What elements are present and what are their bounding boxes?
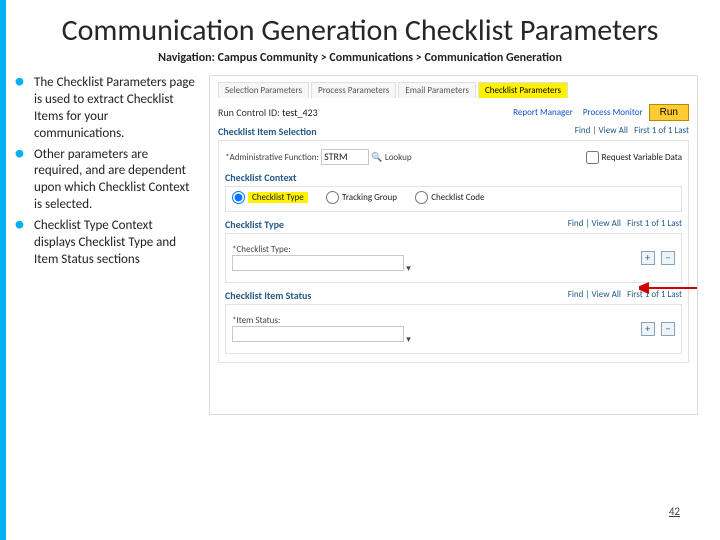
item-status-field-label: *Item Status: <box>232 315 280 326</box>
add-row-button-2[interactable]: + <box>641 322 655 336</box>
tab-process-parameters[interactable]: Process Parameters <box>311 82 396 98</box>
dropdown-icon[interactable]: ▾ <box>406 263 411 274</box>
checklist-context-header: Checklist Context <box>225 171 682 184</box>
checklist-item-selection-header: Checklist Item Selection <box>218 125 317 138</box>
checklist-item-selection-panel: *Administrative Function: STRM 🔍 Lookup … <box>218 140 689 363</box>
tab-selection-parameters[interactable]: Selection Parameters <box>218 82 309 98</box>
checklist-type-field[interactable] <box>232 255 404 271</box>
checklist-item-status-panel: *Item Status: ▾ + − <box>225 304 682 354</box>
find-viewall-3[interactable]: Find | View All <box>568 289 621 300</box>
checklist-item-status-header: Checklist Item Status <box>225 289 311 302</box>
radio-checklist-type-label: Checklist Type <box>248 192 308 203</box>
page-title: Communication Generation Checklist Param… <box>22 14 698 47</box>
checklist-type-header: Checklist Type <box>225 218 284 231</box>
request-variable-data-checkbox[interactable]: Request Variable Data <box>586 151 682 164</box>
item-status-field[interactable] <box>232 326 404 342</box>
bullet-list: The Checklist Parameters page is used to… <box>22 75 197 415</box>
request-variable-data-input[interactable] <box>586 151 599 164</box>
tab-checklist-parameters[interactable]: Checklist Parameters <box>478 82 568 98</box>
delete-row-button[interactable]: − <box>661 251 675 265</box>
run-control-value: test_423 <box>282 106 318 119</box>
bullet-item: Checklist Type Context displays Checklis… <box>22 218 197 269</box>
checklist-type-field-label: *Checklist Type: <box>232 244 291 255</box>
checklist-type-panel: *Checklist Type: ▾ + − <box>225 233 682 283</box>
request-variable-data-label: Request Variable Data <box>602 152 682 163</box>
find-viewall[interactable]: Find | View All <box>575 125 628 136</box>
report-manager-link[interactable]: Report Manager <box>513 107 573 118</box>
radio-tracking-group-input[interactable] <box>326 191 339 204</box>
radio-checklist-code[interactable]: Checklist Code <box>415 191 484 204</box>
radio-tracking-group[interactable]: Tracking Group <box>326 191 397 204</box>
grid-nav[interactable]: First 1 of 1 Last <box>634 125 689 136</box>
dropdown-icon-2[interactable]: ▾ <box>406 334 411 345</box>
radio-checklist-type[interactable]: Checklist Type <box>232 191 308 204</box>
process-monitor-link[interactable]: Process Monitor <box>583 107 643 118</box>
grid-nav-2[interactable]: First 1 of 1 Last <box>627 218 682 229</box>
radio-checklist-code-label: Checklist Code <box>431 192 484 203</box>
checklist-context-panel: Checklist Type Tracking Group Checklist … <box>225 186 682 212</box>
breadcrumb: Navigation: Campus Community > Communica… <box>22 51 698 65</box>
app-screenshot: Selection Parameters Process Parameters … <box>209 75 698 415</box>
find-viewall-2[interactable]: Find | View All <box>568 218 621 229</box>
bullet-item: The Checklist Parameters page is used to… <box>22 75 197 143</box>
run-control-label: Run Control ID: <box>218 106 280 119</box>
tab-strip: Selection Parameters Process Parameters … <box>218 82 689 98</box>
lookup-icon[interactable]: 🔍 <box>371 152 382 163</box>
highlight-arrow-icon <box>639 278 699 298</box>
admin-function-label: *Administrative Function: <box>225 152 319 163</box>
radio-checklist-code-input[interactable] <box>415 191 428 204</box>
admin-function-field[interactable]: STRM <box>321 149 369 165</box>
run-button[interactable]: Run <box>649 104 689 121</box>
delete-row-button-2[interactable]: − <box>661 322 675 336</box>
tab-email-parameters[interactable]: Email Parameters <box>398 82 476 98</box>
add-row-button[interactable]: + <box>641 251 655 265</box>
lookup-hint: Lookup <box>385 152 412 163</box>
radio-tracking-group-label: Tracking Group <box>342 192 397 203</box>
radio-checklist-type-input[interactable] <box>232 191 245 204</box>
page-number: 42 <box>669 505 680 518</box>
bullet-item: Other parameters are required, and are d… <box>22 147 197 215</box>
